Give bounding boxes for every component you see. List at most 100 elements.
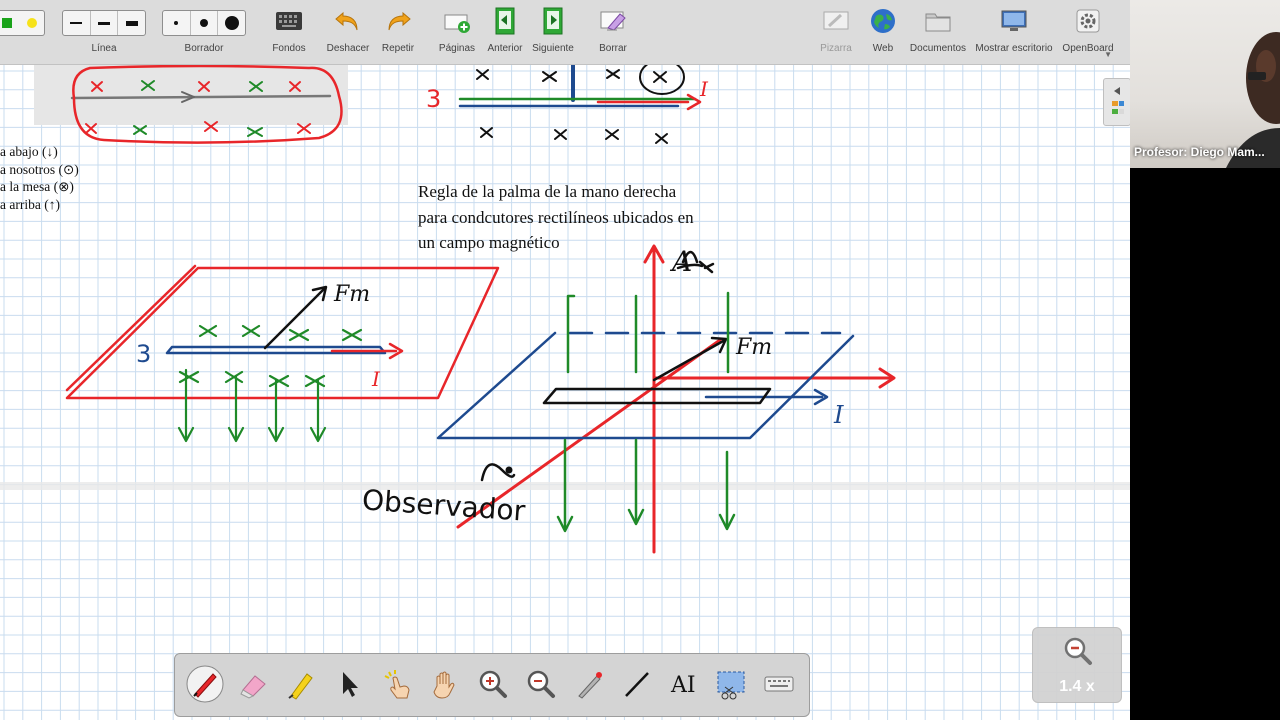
globe-icon: [868, 6, 898, 36]
eraser-icon: [240, 675, 266, 699]
top-toolbar: Línea Borrador Fondos Deshacer Repetir P…: [0, 0, 1130, 65]
dropdown-arrow-icon: ▼: [1104, 50, 1112, 59]
line-thin-icon[interactable]: [63, 11, 91, 35]
pointing-hand-icon: [384, 670, 410, 699]
line-width-group: Línea: [62, 0, 146, 64]
next-page-button[interactable]: Siguiente: [530, 0, 576, 64]
undo-button[interactable]: Deshacer: [324, 0, 372, 64]
zoom-in-icon: [479, 670, 507, 698]
presenter-name: Profesor: Diego Mam...: [1134, 145, 1265, 159]
deshacer-label: Deshacer: [326, 43, 370, 54]
text-tool-icon: AI: [670, 673, 696, 698]
eraser-medium-icon[interactable]: [191, 11, 219, 35]
selector-tool[interactable]: [329, 664, 369, 704]
inset-field-drawing: [70, 65, 343, 144]
previous-page-button[interactable]: Anterior: [482, 0, 528, 64]
ink-number-top: 3: [426, 85, 442, 113]
web-button[interactable]: Web: [860, 0, 906, 64]
undo-arrow-icon: [333, 6, 363, 36]
linea-label: Línea: [91, 43, 117, 54]
borrar-label: Borrar: [599, 43, 627, 54]
pen-tool[interactable]: [185, 664, 225, 704]
mostrar-escritorio-label: Mostrar escritorio: [975, 43, 1053, 54]
ink-current-label-right: I: [834, 401, 844, 429]
folder-icon: [923, 6, 953, 36]
show-desktop-button[interactable]: Mostrar escritorio: [972, 0, 1056, 64]
webcam-feed: Profesor: Diego Mam...: [1130, 0, 1280, 168]
previous-page-icon: [490, 6, 520, 36]
clear-page-icon: [598, 6, 628, 36]
line-tool[interactable]: [617, 664, 657, 704]
presenter-silhouette: [1226, 32, 1280, 168]
zoom-out-tool[interactable]: [521, 664, 561, 704]
line-thick-icon[interactable]: [118, 11, 145, 35]
laser-pointer-icon: [578, 672, 602, 699]
zoom-widget[interactable]: 1.4 x: [1032, 627, 1122, 703]
fondos-button[interactable]: Fondos: [266, 0, 312, 64]
next-page-icon: [538, 6, 568, 36]
side-panel-arrow-icon: [1112, 87, 1124, 114]
direction-legend: a abajo (↓) a nosotros (⊙) a la mesa (⊗)…: [0, 143, 79, 213]
pointer-arrow-icon: [343, 672, 358, 697]
web-label: Web: [872, 43, 894, 54]
rule-line-1: Regla de la palma de la mano derecha: [418, 182, 677, 201]
add-page-icon: [442, 6, 472, 36]
eraser-small-icon[interactable]: [163, 11, 191, 35]
board-mode-button[interactable]: Pizarra: [810, 0, 862, 64]
redo-button[interactable]: Repetir: [374, 0, 422, 64]
documentos-label: Documentos: [909, 43, 967, 54]
legend-line-up: a arriba (↑): [0, 196, 60, 212]
monitor-icon: [999, 6, 1029, 36]
ink-force-label-left: Fm: [334, 282, 371, 307]
whiteboard-icon: [821, 6, 851, 36]
settings-gear-icon: [1073, 6, 1103, 36]
drawing-tools-bar: AI: [174, 653, 810, 717]
eraser-size-selector[interactable]: [162, 10, 246, 36]
hand-pan-icon: [433, 671, 455, 699]
pizarra-label: Pizarra: [820, 43, 852, 54]
color-palette[interactable]: [0, 0, 46, 64]
zoom-magnifier-icon: [1064, 637, 1092, 665]
eraser-large-icon[interactable]: [218, 11, 245, 35]
whiteboard-canvas[interactable]: 3 I 3 Fm I Fm I A Observador: [0, 65, 1130, 720]
screen-capture-icon: [717, 671, 745, 700]
line-icon: [625, 672, 649, 697]
ink-current-label-left: I: [372, 367, 380, 391]
repetir-label: Repetir: [381, 43, 415, 54]
legend-line-into: a la mesa (⊗): [0, 179, 74, 194]
zoom-out-icon: [527, 670, 555, 698]
pen-icon: [186, 665, 224, 703]
redo-arrow-icon: [383, 6, 413, 36]
line-medium-icon[interactable]: [91, 11, 119, 35]
highlighter-tool[interactable]: [281, 664, 321, 704]
eraser-size-group: Borrador: [162, 0, 246, 64]
openboard-menu-button[interactable]: OpenBoard ▼: [1058, 0, 1118, 64]
interact-tool[interactable]: [377, 664, 417, 704]
fondos-label: Fondos: [272, 43, 306, 54]
highlighter-icon: [288, 673, 313, 700]
ink-force-label-right: Fm: [736, 335, 773, 360]
ink-number-left: 3: [136, 340, 152, 368]
virtual-keyboard-tool[interactable]: [759, 664, 799, 704]
text-tool[interactable]: AI: [663, 664, 703, 704]
side-panel-toggle-button[interactable]: [1103, 78, 1131, 126]
hand-tool[interactable]: [425, 664, 465, 704]
capture-tool[interactable]: [711, 664, 751, 704]
documents-button[interactable]: Documentos: [906, 0, 970, 64]
laser-pointer-tool[interactable]: [569, 664, 609, 704]
line-width-selector[interactable]: [62, 10, 146, 36]
color-yellow-swatch[interactable]: [27, 18, 37, 28]
zoom-in-tool[interactable]: [473, 664, 513, 704]
keyboard-icon: [764, 676, 794, 692]
pages-button[interactable]: Páginas: [434, 0, 480, 64]
paginas-label: Páginas: [438, 43, 476, 54]
color-green-swatch[interactable]: [2, 18, 12, 28]
rule-title: Regla de la palma de la mano derecha par…: [418, 179, 694, 256]
anterior-label: Anterior: [487, 43, 523, 54]
keyboard-grid-icon: [274, 6, 304, 36]
eraser-tool[interactable]: [233, 664, 273, 704]
zoom-value: 1.4 x: [1059, 678, 1095, 695]
clear-button[interactable]: Borrar: [590, 0, 636, 64]
ink-current-label-top: I: [700, 77, 708, 101]
video-panel: Profesor: Diego Mam...: [1130, 0, 1280, 720]
